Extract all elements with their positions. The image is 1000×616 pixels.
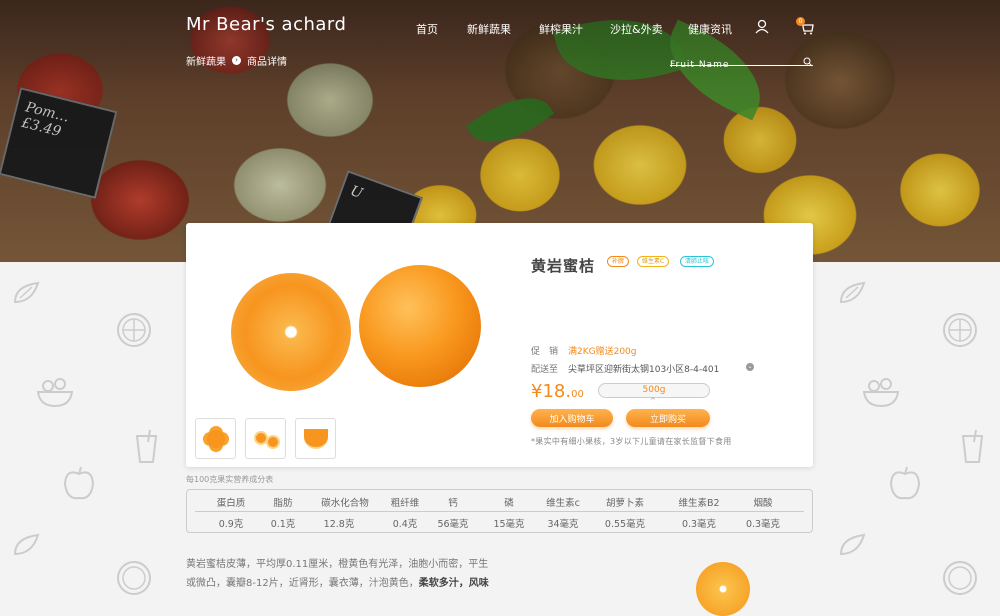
- thumbnail-2[interactable]: [245, 418, 286, 459]
- nutrition-header: 磷: [504, 498, 514, 509]
- weight-selector[interactable]: 500g: [598, 383, 710, 398]
- fruit-bowl-icon: [862, 374, 900, 412]
- orange-slice-image: [696, 562, 750, 616]
- fruit-bowl-icon: [36, 374, 74, 412]
- site-logo[interactable]: Mr Bear's achard: [186, 14, 346, 35]
- orange-whole-image: [359, 265, 481, 387]
- promo-value: 满2KG赠送200g: [568, 347, 637, 357]
- fruit-slice-icon: [12, 280, 42, 310]
- tag-badge: 补脾: [607, 256, 630, 267]
- cart-count-badge: 0: [796, 17, 805, 26]
- nutrition-header: 蛋白质: [216, 498, 246, 509]
- tag-badge: 维生素C: [637, 256, 670, 267]
- currency-symbol: ¥: [531, 381, 543, 402]
- buy-now-button[interactable]: 立即购买: [626, 409, 710, 427]
- fruit-slice-icon: [838, 280, 868, 310]
- price-integer: 18.: [542, 381, 572, 402]
- nutrition-value: 0.3毫克: [681, 519, 717, 530]
- apple-icon: [62, 464, 96, 506]
- nutrition-header: 碳水化合物: [321, 498, 369, 509]
- breadcrumb: 新鲜蔬果 › 商品详情: [186, 53, 287, 68]
- juice-cup-icon: [960, 428, 988, 468]
- nutrition-header: 脂肪: [273, 498, 293, 509]
- ship-address[interactable]: 尖草坪区迎新街太钢103小区8-4-401: [568, 362, 719, 375]
- nav-home[interactable]: 首页: [416, 21, 438, 37]
- search-icon[interactable]: [803, 52, 813, 71]
- nav-health-news[interactable]: 健康资讯: [688, 21, 732, 37]
- orange-half-image: [221, 263, 361, 401]
- thumbnail-3[interactable]: [295, 418, 336, 459]
- nutrition-header: 胡萝卜素: [605, 498, 644, 509]
- breadcrumb-link[interactable]: 新鲜蔬果: [186, 53, 226, 68]
- nutrition-table: 蛋白质 脂肪 碳水化合物 粗纤维 钙 磷 维生素c 胡萝卜素 维生素B2 烟酸 …: [186, 489, 813, 533]
- search-input[interactable]: [670, 60, 795, 70]
- citrus-icon: [116, 560, 152, 600]
- citrus-icon: [942, 560, 978, 600]
- thumbnail-1[interactable]: [195, 418, 236, 459]
- nutrition-value: 15毫克: [493, 519, 525, 530]
- nav-salad-takeout[interactable]: 沙拉&外卖: [610, 21, 663, 37]
- nav-fresh-produce[interactable]: 新鲜蔬果: [467, 21, 511, 37]
- citrus-icon: [116, 312, 152, 352]
- description-line: 或微凸，囊瓣8-12片，近肾形，囊衣薄，汁泡黄色，柔软多汁，风味: [186, 574, 546, 594]
- price-decimal: 00: [571, 389, 584, 400]
- nutrition-header: 维生素B2: [678, 498, 720, 509]
- breadcrumb-current: 商品详情: [247, 57, 287, 68]
- nutrition-header: 烟酸: [753, 498, 773, 509]
- search-bar: [670, 52, 813, 70]
- product-card: 黄岩蜜桔 补脾 维生素C 清肺止咳 促 销 满2KG赠送200g 配送至 尖草坪…: [186, 223, 813, 467]
- nutrition-header: 维生素c: [546, 498, 580, 509]
- nutrition-value: 0.1克: [270, 519, 296, 530]
- description-line: 黄岩蜜桔皮薄，平均厚0.11厘米，橙黄色有光泽，油胞小而密，平生: [186, 559, 489, 570]
- nutrition-header: 钙: [448, 498, 458, 509]
- chevron-up-icon[interactable]: ^: [650, 397, 656, 405]
- nav-fresh-juice[interactable]: 鲜榨果汁: [539, 21, 583, 37]
- promo-label: 促 销: [531, 347, 559, 357]
- nutrition-title: 每100克果实营养成分表: [186, 475, 274, 484]
- apple-icon: [888, 464, 922, 506]
- fruit-slice-icon: [12, 532, 42, 562]
- nutrition-value: 0.3毫克: [745, 519, 781, 530]
- product-title: 黄岩蜜桔: [531, 257, 596, 275]
- description-text: 或微凸，囊瓣8-12片，近肾形，囊衣薄，汁泡黄色，: [186, 578, 419, 589]
- chevron-down-icon[interactable]: ⌄: [746, 363, 754, 371]
- nutrition-value: 34毫克: [547, 519, 579, 530]
- ship-label: 配送至: [531, 365, 559, 375]
- citrus-icon: [942, 312, 978, 352]
- nutrition-value: 56毫克: [437, 519, 469, 530]
- tag-badge: 清肺止咳: [680, 256, 715, 267]
- fruit-slice-icon: [838, 532, 868, 562]
- description-highlight: 柔软多汁，风味: [418, 578, 489, 589]
- price: ¥18.00: [531, 381, 584, 402]
- safety-note: *果实中有细小果核，3岁以下儿童请在家长监督下食用: [531, 437, 732, 446]
- nutrition-value: 12.8克: [323, 519, 355, 530]
- user-icon[interactable]: [755, 19, 769, 38]
- juice-cup-icon: [134, 428, 162, 468]
- chevron-right-icon: ›: [232, 56, 241, 65]
- add-to-cart-button[interactable]: 加入购物车: [531, 409, 613, 427]
- nutrition-value: 0.55毫克: [604, 519, 646, 530]
- nutrition-value: 0.9克: [218, 519, 244, 530]
